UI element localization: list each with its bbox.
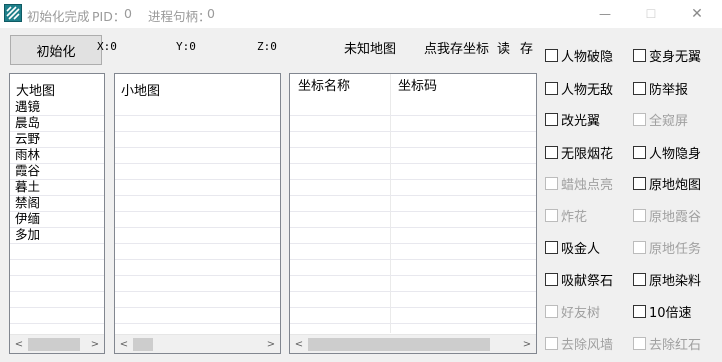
minimize-button[interactable]: — bbox=[582, 0, 628, 28]
checkbox-icon[interactable] bbox=[633, 82, 646, 95]
checkbox-icon bbox=[633, 113, 646, 126]
list-item[interactable]: 晨岛 bbox=[15, 115, 40, 131]
init-button[interactable]: 初始化 bbox=[10, 35, 102, 65]
pid-value: 0 bbox=[124, 6, 132, 21]
option-checkbox[interactable]: 原地染料 bbox=[633, 270, 701, 289]
small-map-header: 小地图 bbox=[121, 84, 161, 99]
checkbox-icon[interactable] bbox=[633, 49, 646, 62]
column-header-name[interactable]: 坐标名称 bbox=[290, 74, 350, 100]
option-checkbox: 去除红石 bbox=[633, 334, 701, 353]
checkbox-icon[interactable] bbox=[633, 305, 646, 318]
option-checkbox: 全窥屏 bbox=[633, 110, 688, 129]
checkbox-icon[interactable] bbox=[633, 177, 646, 190]
option-checkbox[interactable]: 原地炮图 bbox=[633, 174, 701, 193]
big-map-list[interactable]: 大地图 遇镜 晨岛 云野 雨林 霞谷 暮土 禁阁 伊缅 多加 < > bbox=[9, 73, 105, 354]
list-item[interactable]: 云野 bbox=[15, 131, 40, 147]
scroll-left-icon[interactable]: < bbox=[292, 337, 306, 351]
coordinate-table[interactable]: 坐标名称 坐标码 < > bbox=[289, 73, 537, 354]
option-checkbox[interactable]: 防举报 bbox=[633, 79, 688, 98]
checkbox-icon[interactable] bbox=[545, 49, 558, 62]
checkbox-icon bbox=[545, 177, 558, 190]
checkbox-icon[interactable] bbox=[545, 82, 558, 95]
option-checkbox[interactable]: 吸献祭石 bbox=[545, 270, 613, 289]
checkbox-icon[interactable] bbox=[545, 273, 558, 286]
y-coord: Y:0 bbox=[176, 40, 196, 53]
checkbox-icon bbox=[545, 305, 558, 318]
checkbox-icon bbox=[633, 241, 646, 254]
scroll-thumb[interactable] bbox=[28, 338, 80, 351]
scroll-right-icon[interactable]: > bbox=[520, 337, 534, 351]
close-icon: ✕ bbox=[691, 6, 703, 22]
option-checkbox[interactable]: 变身无翼 bbox=[633, 46, 701, 65]
maximize-icon: ☐ bbox=[645, 7, 657, 21]
process-handle-value: 0 bbox=[207, 6, 215, 21]
option-checkbox[interactable]: 吸金人 bbox=[545, 238, 600, 257]
list-item[interactable]: 雨林 bbox=[15, 147, 40, 163]
checkbox-icon bbox=[633, 209, 646, 222]
scroll-thumb[interactable] bbox=[308, 338, 490, 351]
horizontal-scrollbar[interactable]: < > bbox=[290, 334, 536, 353]
scroll-left-icon[interactable]: < bbox=[12, 337, 26, 351]
minimize-icon: — bbox=[599, 7, 611, 21]
option-checkbox[interactable]: 10倍速 bbox=[633, 302, 692, 321]
scroll-right-icon[interactable]: > bbox=[264, 337, 278, 351]
save-button[interactable]: 存 bbox=[520, 38, 533, 57]
list-rows bbox=[115, 100, 280, 333]
option-checkbox[interactable]: 人物隐身 bbox=[633, 143, 701, 162]
horizontal-scrollbar[interactable]: < > bbox=[115, 334, 280, 353]
list-item[interactable]: 禁阁 bbox=[15, 195, 40, 211]
checkbox-icon bbox=[545, 337, 558, 350]
big-map-items: 遇镜 晨岛 云野 雨林 霞谷 暮土 禁阁 伊缅 多加 bbox=[15, 99, 40, 243]
option-checkbox[interactable]: 人物无敌 bbox=[545, 79, 613, 98]
option-checkbox: 好友树 bbox=[545, 302, 600, 321]
small-map-list[interactable]: 小地图 < > bbox=[114, 73, 281, 354]
list-item[interactable]: 遇镜 bbox=[15, 99, 40, 115]
pid-label: PID： bbox=[92, 9, 126, 24]
app-icon bbox=[4, 4, 22, 22]
window-title: 初始化完成 bbox=[27, 9, 90, 24]
option-checkbox[interactable]: 人物破隐 bbox=[545, 46, 613, 65]
unknown-map-label: 未知地图 bbox=[344, 42, 397, 57]
checkbox-icon[interactable] bbox=[633, 146, 646, 159]
option-checkbox: 原地任务 bbox=[633, 238, 701, 257]
option-checkbox: 蜡烛点亮 bbox=[545, 174, 613, 193]
checkbox-icon[interactable] bbox=[545, 241, 558, 254]
checkbox-icon bbox=[545, 209, 558, 222]
read-button[interactable]: 读 bbox=[497, 38, 510, 57]
option-checkbox[interactable]: 无限烟花 bbox=[545, 143, 613, 162]
checkbox-icon[interactable] bbox=[545, 113, 558, 126]
scroll-thumb[interactable] bbox=[133, 338, 153, 351]
option-checkbox[interactable]: 改光翼 bbox=[545, 110, 600, 129]
scroll-left-icon[interactable]: < bbox=[117, 337, 131, 351]
process-handle-label: 进程句柄： bbox=[148, 9, 211, 24]
save-coord-button[interactable]: 点我存坐标 bbox=[424, 38, 489, 57]
checkbox-icon[interactable] bbox=[545, 146, 558, 159]
checkbox-icon bbox=[633, 337, 646, 350]
table-rows bbox=[290, 100, 536, 333]
maximize-button[interactable]: ☐ bbox=[628, 0, 674, 28]
close-button[interactable]: ✕ bbox=[674, 0, 720, 28]
x-coord: X:0 bbox=[97, 40, 117, 53]
scroll-right-icon[interactable]: > bbox=[88, 337, 102, 351]
list-item[interactable]: 伊缅 bbox=[15, 211, 40, 227]
list-item[interactable]: 霞谷 bbox=[15, 163, 40, 179]
big-map-header: 大地图 bbox=[16, 84, 56, 99]
option-checkbox: 去除风墙 bbox=[545, 334, 613, 353]
option-checkbox: 炸花 bbox=[545, 206, 587, 225]
z-coord: Z:0 bbox=[257, 40, 277, 53]
checkbox-icon[interactable] bbox=[633, 273, 646, 286]
list-item[interactable]: 多加 bbox=[15, 227, 40, 243]
horizontal-scrollbar[interactable]: < > bbox=[10, 334, 104, 353]
list-item[interactable]: 暮土 bbox=[15, 179, 40, 195]
option-checkbox: 原地霞谷 bbox=[633, 206, 701, 225]
column-header-code[interactable]: 坐标码 bbox=[390, 74, 437, 100]
